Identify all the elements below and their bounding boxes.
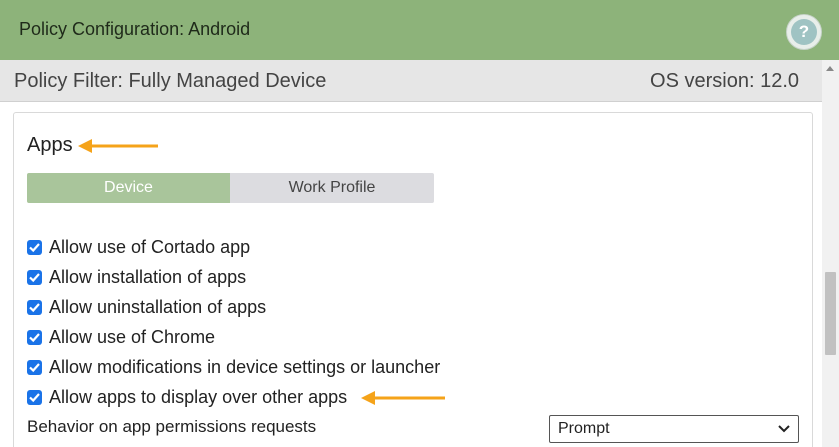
permissions-behavior-label: Behavior on app permissions requests [27,417,317,436]
policy-filter-label: Policy Filter: Fully Managed Device [14,70,327,92]
permissions-behavior-select[interactable]: Prompt [549,415,799,443]
scroll-up-icon[interactable] [826,66,834,71]
checkmark-icon [29,273,40,283]
annotation-arrow-icon [78,139,158,153]
profile-tab-switch: Device Work Profile [27,173,434,203]
option-label: Allow installation of apps [49,267,247,287]
checkmark-icon [29,333,40,343]
checkmark-icon [29,243,40,253]
annotation-arrow-icon [361,391,445,405]
checkbox-checked[interactable] [27,360,42,375]
vertical-scrollbar[interactable] [822,60,839,447]
page-title: Policy Configuration: Android [19,19,251,39]
os-version-label: OS version: 12.0 [650,70,799,92]
checkbox-checked[interactable] [27,270,42,285]
scrollbar-thumb[interactable] [825,272,836,355]
option-label: Allow modifications in device settings o… [49,357,441,377]
chevron-down-icon [778,425,790,433]
tab-work-profile[interactable]: Work Profile [230,173,434,203]
checkbox-checked[interactable] [27,390,42,405]
checkmark-icon [29,363,40,373]
checkmark-icon [29,303,40,313]
help-icon: ? [791,19,817,45]
policy-filter-bar: Policy Filter: Fully Managed Device OS v… [0,60,822,102]
option-label: Allow uninstallation of apps [49,297,267,317]
option-label: Allow use of Chrome [49,327,216,347]
select-value: Prompt [558,420,610,437]
help-button[interactable]: ? [786,14,822,50]
title-bar: Policy Configuration: Android ? [0,0,839,60]
checkbox-checked[interactable] [27,240,42,255]
tab-device[interactable]: Device [27,173,230,203]
section-title-apps: Apps [27,134,73,156]
option-label: Allow apps to display over other apps [49,387,348,407]
checkmark-icon [29,393,40,403]
checkbox-checked[interactable] [27,330,42,345]
option-label: Allow use of Cortado app [49,237,251,257]
checkbox-checked[interactable] [27,300,42,315]
